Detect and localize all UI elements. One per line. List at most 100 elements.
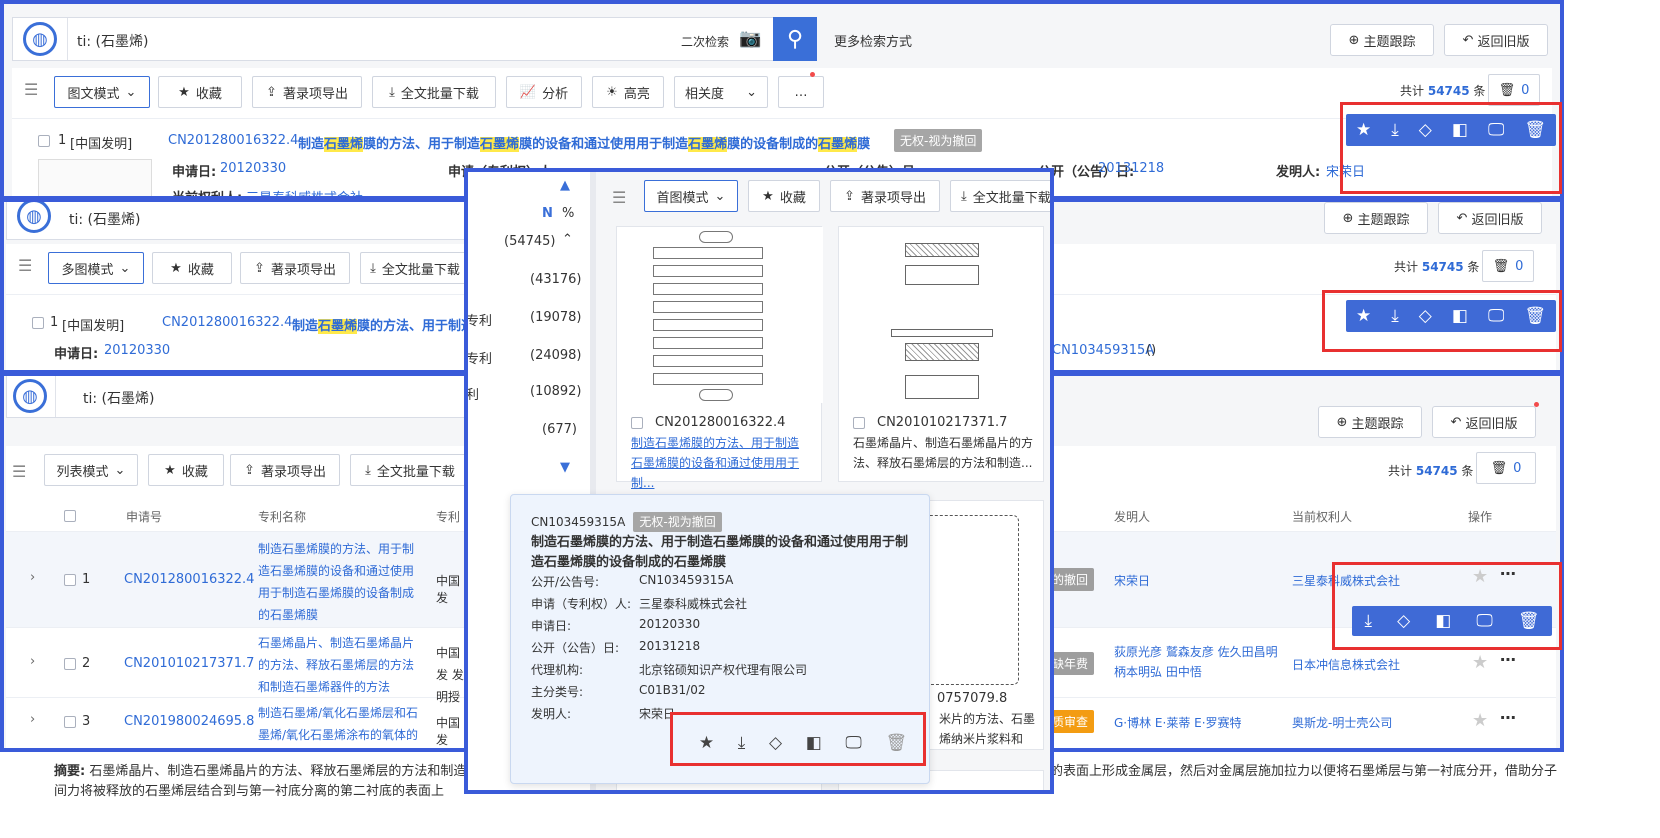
- sort-select[interactable]: 相关度⌄: [674, 76, 768, 108]
- record-title-partial[interactable]: 制造石墨烯膜的方法、用于制造: [292, 315, 474, 334]
- record-checkbox[interactable]: [32, 317, 44, 329]
- globe-icon[interactable]: ◍: [13, 379, 47, 413]
- caret-down-icon[interactable]: ▼: [560, 460, 570, 475]
- expand-icon[interactable]: ›: [30, 570, 35, 585]
- collapse-icon[interactable]: ☰: [12, 462, 26, 481]
- diamond-icon[interactable]: ◇: [1397, 611, 1410, 631]
- select-all-checkbox[interactable]: [64, 510, 76, 522]
- facet-label[interactable]: 专利: [466, 348, 492, 367]
- search-input[interactable]: ti: (石墨烯): [69, 209, 140, 229]
- monitor-icon[interactable]: 🖵: [1488, 120, 1504, 140]
- trash-counter[interactable]: 🗑0: [1476, 452, 1536, 484]
- row-owner[interactable]: 奥斯龙-明士壳公司: [1292, 714, 1392, 731]
- trash-icon[interactable]: 🗑: [1518, 611, 1540, 631]
- second-search-label[interactable]: 二次检索: [681, 33, 729, 50]
- row-inventor[interactable]: 荻原光彦 鷲森友彦 佐久田昌明 柄本明弘 田中悟: [1114, 642, 1284, 682]
- topic-track-button[interactable]: ⊕主题跟踪: [1324, 202, 1428, 234]
- highlight-button[interactable]: ☀高亮: [592, 76, 664, 108]
- more-search-link[interactable]: 更多检索方式: [834, 31, 912, 50]
- more-icon[interactable]: ⋯: [1500, 650, 1516, 669]
- favorite-button[interactable]: ★收藏: [152, 252, 232, 284]
- star-icon[interactable]: ★: [1356, 120, 1371, 140]
- download-icon[interactable]: ⤓: [1365, 611, 1373, 631]
- row-app-no[interactable]: CN201280016322.4: [124, 572, 254, 587]
- star-icon[interactable]: ★: [1472, 710, 1488, 731]
- record-no[interactable]: CN201280016322.4: [162, 315, 292, 330]
- record-checkbox[interactable]: [38, 135, 50, 147]
- monitor-icon[interactable]: 🖵: [1476, 611, 1492, 631]
- trash-icon[interactable]: 🗑: [885, 733, 907, 753]
- diamond-icon[interactable]: ◇: [1419, 306, 1432, 326]
- search-input[interactable]: ti: (石墨烯): [83, 388, 154, 408]
- favorite-button[interactable]: ★收藏: [158, 76, 242, 108]
- download-icon[interactable]: ⤓: [1391, 306, 1399, 326]
- facet-label[interactable]: 利: [466, 384, 479, 403]
- row-title[interactable]: 制造石墨烯膜的方法、用于制造石墨烯膜的设备和通过使用用于制造石墨烯膜的设备制成的…: [258, 538, 424, 626]
- trash-icon[interactable]: 🗑: [1524, 120, 1546, 140]
- monitor-icon[interactable]: 🖵: [1488, 306, 1504, 326]
- row-inventor[interactable]: 宋荣日: [1114, 572, 1150, 589]
- globe-icon[interactable]: ◍: [23, 22, 57, 56]
- expand-icon[interactable]: ›: [30, 712, 35, 727]
- record-title[interactable]: 制造石墨烯膜的方法、用于制造石墨烯膜的设备和通过使用用于制造石墨烯膜的设备制成的…: [298, 133, 870, 152]
- collapse-icon[interactable]: ☰: [24, 80, 38, 99]
- download-icon[interactable]: ⤓: [738, 733, 746, 753]
- collapse-icon[interactable]: ☰: [18, 256, 32, 275]
- star-icon[interactable]: ★: [1356, 306, 1371, 326]
- batch-download-button[interactable]: ⤓全文批量下载: [350, 454, 470, 486]
- card-title[interactable]: 石墨烯晶片、制造石墨烯晶片的方法、释放石墨烯层的方法和制造...: [853, 433, 1033, 473]
- trash-counter[interactable]: 🗑0: [1482, 250, 1534, 282]
- view-mode-select[interactable]: 列表模式⌄: [44, 454, 138, 486]
- view-mode-select[interactable]: 图文模式⌄: [54, 76, 150, 108]
- search-input[interactable]: ti: (石墨烯): [77, 31, 148, 51]
- collapse-icon[interactable]: ☰: [612, 188, 626, 207]
- compare-icon[interactable]: ◧: [1435, 611, 1451, 631]
- compare-icon[interactable]: ◧: [806, 733, 822, 753]
- patent-card[interactable]: CN201010217371.7 石墨烯晶片、制造石墨烯晶片的方法、释放石墨烯层…: [838, 226, 1044, 482]
- download-icon[interactable]: ⤓: [1391, 120, 1399, 140]
- trash-icon[interactable]: 🗑: [1524, 306, 1546, 326]
- batch-download-button[interactable]: ⤓全文批量下载: [950, 180, 1052, 212]
- trash-counter[interactable]: 🗑0: [1488, 74, 1540, 106]
- expand-icon[interactable]: ›: [30, 654, 35, 669]
- record-thumbnail[interactable]: [38, 159, 152, 200]
- view-mode-select[interactable]: 首图模式⌄: [644, 180, 738, 212]
- monitor-icon[interactable]: 🖵: [845, 733, 861, 753]
- row-checkbox[interactable]: [64, 716, 76, 728]
- favorite-button[interactable]: ★收藏: [748, 180, 820, 212]
- popup-title[interactable]: 制造石墨烯膜的方法、用于制造石墨烯膜的设备和通过使用用于制造石墨烯膜的设备制成的…: [531, 533, 911, 573]
- compare-icon[interactable]: ◧: [1452, 120, 1468, 140]
- row-owner[interactable]: 三星泰科威株式会社: [1292, 572, 1400, 589]
- topic-track-button[interactable]: ⊕主题跟踪: [1318, 406, 1422, 438]
- caret-up-icon[interactable]: ▲: [560, 178, 570, 193]
- export-button[interactable]: ⇪著录项导出: [252, 76, 362, 108]
- card-title[interactable]: 米片的方法、石墨烯纳米片浆料和包...: [939, 709, 1039, 749]
- row-title[interactable]: 制造石墨烯/氧化石墨烯层和石墨烯/氧化石墨烯涂布的氧体的方法: [258, 702, 424, 752]
- camera-icon[interactable]: 📷: [739, 28, 761, 49]
- star-icon[interactable]: ★: [699, 733, 714, 753]
- row-title[interactable]: 石墨烯晶片、制造石墨烯晶片的方法、释放石墨烯层的方法和制造石墨烯器件的方法: [258, 632, 424, 698]
- row-inventor[interactable]: G·博林 E·莱蒂 E·罗赛特: [1114, 714, 1242, 731]
- batch-download-button[interactable]: ⤓全文批量下载: [360, 252, 470, 284]
- back-old-button[interactable]: ↶返回旧版: [1444, 24, 1548, 56]
- star-icon[interactable]: ★: [1472, 566, 1488, 587]
- row-app-no[interactable]: CN201010217371.7: [124, 656, 254, 671]
- more-icon[interactable]: ⋯: [1500, 564, 1516, 583]
- card-title[interactable]: 制造石墨烯膜的方法、用于制造石墨烯膜的设备和通过使用用于制...: [631, 433, 809, 493]
- favorite-button[interactable]: ★收藏: [148, 454, 224, 486]
- card-checkbox[interactable]: [631, 417, 643, 429]
- view-mode-select[interactable]: 多图模式⌄: [48, 252, 144, 284]
- pub-no[interactable]: CN103459315A: [1052, 343, 1154, 358]
- star-icon[interactable]: ★: [1472, 652, 1488, 673]
- row-checkbox[interactable]: [64, 574, 76, 586]
- topic-track-button[interactable]: ⊕主题跟踪: [1330, 24, 1434, 56]
- diamond-icon[interactable]: ◇: [769, 733, 782, 753]
- chevron-up-icon[interactable]: ⌃: [562, 232, 573, 247]
- globe-icon[interactable]: ◍: [17, 199, 51, 233]
- patent-card[interactable]: CN201280016322.4 制造石墨烯膜的方法、用于制造石墨烯膜的设备和通…: [616, 226, 822, 482]
- row-checkbox[interactable]: [64, 658, 76, 670]
- diamond-icon[interactable]: ◇: [1419, 120, 1432, 140]
- row-app-no[interactable]: CN201980024695.8: [124, 714, 254, 729]
- back-old-button[interactable]: ↶返回旧版: [1438, 202, 1542, 234]
- search-button[interactable]: ⚲: [773, 17, 817, 61]
